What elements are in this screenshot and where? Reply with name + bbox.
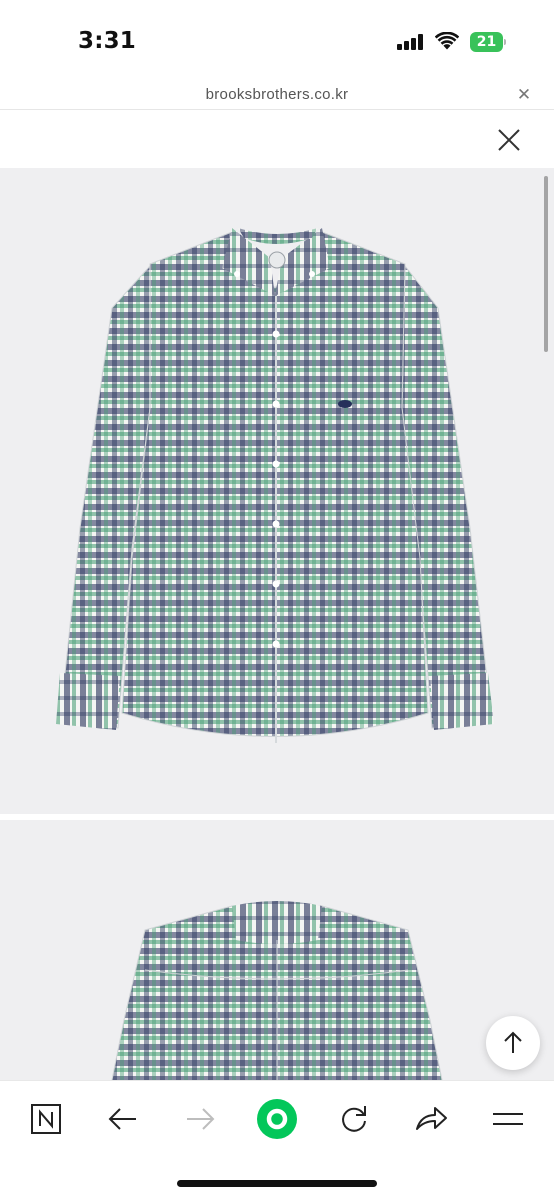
cellular-signal-icon: [397, 34, 423, 50]
battery-icon: 21: [470, 32, 506, 52]
url-close-icon[interactable]: ✕: [514, 86, 534, 106]
product-image-front: [0, 168, 554, 814]
reload-icon: [342, 1106, 366, 1132]
scrollbar[interactable]: [544, 176, 548, 352]
status-bar: 3:31 21: [0, 0, 554, 80]
arrow-right-icon: [187, 1108, 215, 1130]
reload-button[interactable]: [330, 1097, 378, 1141]
share-button[interactable]: [407, 1097, 455, 1141]
status-time: 3:31: [78, 28, 137, 54]
image-viewer[interactable]: [0, 168, 554, 1080]
product-image-back: [0, 820, 554, 1080]
hamburger-menu-icon: [493, 1113, 523, 1125]
shirt-front-image: [56, 228, 494, 743]
url-domain[interactable]: brooksbrothers.co.kr: [0, 86, 554, 103]
arrow-left-icon: [108, 1108, 136, 1130]
shirt-back-image: [111, 901, 443, 1080]
arrow-up-icon: [504, 1031, 522, 1053]
back-button[interactable]: [99, 1097, 147, 1141]
green-dot-button[interactable]: [253, 1097, 301, 1141]
forward-button[interactable]: [176, 1097, 224, 1141]
share-arrow-icon: [416, 1107, 447, 1130]
green-dot-icon: [257, 1099, 297, 1139]
battery-level: 21: [470, 32, 503, 52]
image-viewer-header: [0, 111, 554, 167]
close-icon[interactable]: [494, 125, 524, 155]
naver-home-button[interactable]: [22, 1097, 70, 1141]
home-indicator: [177, 1180, 377, 1187]
wifi-icon: [435, 32, 459, 50]
url-bar[interactable]: brooksbrothers.co.kr ✕: [0, 80, 554, 110]
menu-button[interactable]: [484, 1097, 532, 1141]
scroll-top-button[interactable]: [486, 1016, 540, 1070]
naver-n-icon: [31, 1104, 61, 1134]
